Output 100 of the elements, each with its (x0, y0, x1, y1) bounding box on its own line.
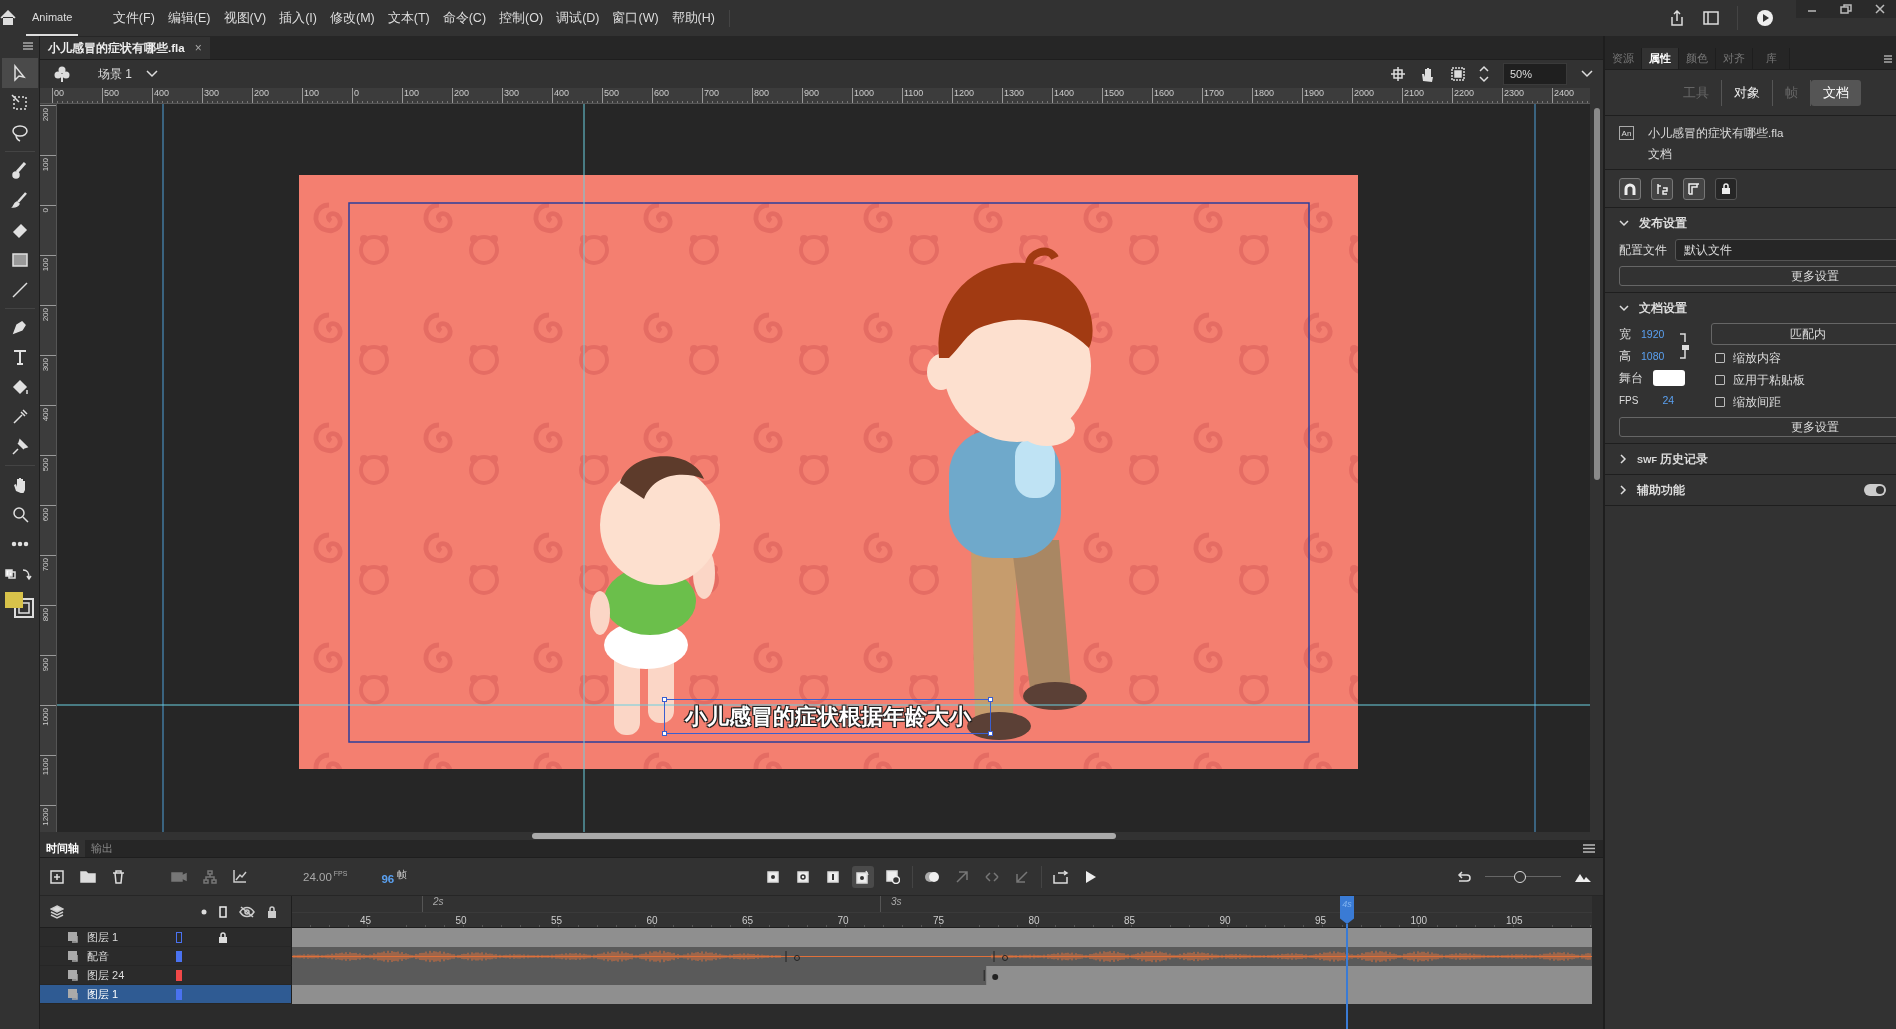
width-value[interactable]: 1920 (1641, 328, 1665, 340)
play-icon[interactable] (1085, 869, 1098, 884)
panel-tab[interactable]: 颜色 (1679, 48, 1716, 69)
up-down-arrows-icon[interactable] (1479, 65, 1489, 83)
layer-color-box[interactable] (176, 989, 182, 1000)
checkbox[interactable] (1715, 375, 1725, 385)
diamond-arrows-icon[interactable] (985, 870, 1000, 883)
chevron-down-icon[interactable] (146, 70, 158, 78)
section-title[interactable]: SWF 历史记录 (1637, 451, 1709, 467)
slider-thumb[interactable] (1513, 870, 1526, 883)
snap-button[interactable] (1619, 177, 1641, 200)
visibility-off-icon[interactable] (239, 905, 255, 918)
menu-item[interactable]: 编辑(E) (161, 9, 217, 27)
pen-tool-icon[interactable] (10, 318, 29, 336)
play-icon[interactable] (1756, 9, 1774, 27)
chevron-right-icon[interactable] (1619, 454, 1627, 464)
lock-button[interactable] (1715, 177, 1737, 200)
link-lock-icon[interactable] (1680, 333, 1691, 359)
onion-skin-icon[interactable] (924, 870, 941, 883)
menu-item[interactable]: 控制(O) (492, 9, 550, 27)
layer-color-box[interactable] (176, 932, 182, 943)
graph-icon[interactable] (233, 868, 247, 883)
camera-icon[interactable] (171, 870, 187, 883)
share-icon[interactable] (1669, 10, 1685, 26)
stage-color-swatch[interactable] (1653, 370, 1685, 386)
audio-track[interactable] (292, 947, 1592, 966)
scene-icon[interactable] (54, 66, 70, 82)
panel-tab[interactable]: 时间轴 (40, 840, 85, 857)
restore-icon[interactable] (1840, 4, 1852, 14)
rectangle-tool-icon[interactable] (10, 251, 29, 269)
menu-item[interactable]: 文件(F) (106, 9, 162, 27)
zoom-field[interactable]: 50% (1503, 63, 1567, 85)
new-layer-icon[interactable] (50, 869, 64, 884)
scene-name[interactable]: 场景 1 (98, 65, 132, 83)
swap-colors-icon[interactable] (4, 567, 35, 581)
mode-tab[interactable]: 对象 (1721, 79, 1773, 106)
eraser-icon[interactable] (10, 221, 29, 239)
insert-keyframe-icon[interactable] (767, 870, 780, 883)
layer-color-box[interactable] (176, 951, 182, 962)
mode-tab[interactable]: 文档 (1810, 79, 1861, 106)
line-tool-icon[interactable] (10, 281, 29, 299)
menu-item[interactable]: 帮助(H) (665, 9, 722, 27)
color-swatches-icon[interactable] (4, 590, 35, 618)
free-transform-icon[interactable] (10, 94, 29, 112)
folder-icon[interactable] (80, 870, 96, 883)
chevron-down-icon[interactable] (1619, 219, 1629, 227)
chevron-down-icon[interactable] (1581, 70, 1593, 78)
frame-track[interactable] (292, 928, 1592, 947)
menu-item[interactable]: 窗口(W) (606, 9, 666, 27)
fps-value[interactable]: 24 (1662, 394, 1675, 406)
frame-track[interactable] (292, 966, 1592, 985)
zoom-slider[interactable] (1485, 869, 1561, 884)
lock-icon[interactable] (218, 932, 228, 943)
outline-mode-icon[interactable] (219, 905, 227, 918)
brush-icon[interactable] (10, 191, 29, 209)
section-title[interactable]: 文档设置 (1639, 300, 1687, 316)
layer-color-box[interactable] (176, 970, 182, 981)
panel-tab[interactable]: 库 (1753, 48, 1790, 69)
close-icon[interactable] (1874, 4, 1885, 14)
more-settings-button[interactable]: 更多设置 (1619, 417, 1896, 437)
document-tab[interactable]: 小儿感冒的症状有哪些.fla × (40, 37, 210, 59)
ruler-button[interactable] (1683, 177, 1705, 200)
scrollbar-thumb[interactable] (1593, 108, 1600, 480)
lock-icon[interactable] (267, 905, 277, 918)
menu-item[interactable]: 修改(M) (323, 9, 382, 27)
layers-icon[interactable] (50, 904, 64, 919)
profile-dropdown[interactable]: 默认文件 (1675, 239, 1896, 261)
show-only-active-icon[interactable] (201, 908, 207, 915)
clip-stage-icon[interactable] (1451, 67, 1465, 81)
insert-blank-keyframe-icon[interactable] (797, 870, 810, 883)
step-forward-icon[interactable] (1015, 869, 1030, 884)
toggle-switch[interactable] (1864, 484, 1886, 496)
lasso-icon[interactable] (10, 124, 29, 142)
trash-icon[interactable] (112, 869, 125, 884)
insert-frame-icon[interactable] (827, 870, 840, 883)
auto-keyframe-icon[interactable] (856, 869, 871, 884)
panel-menu-icon[interactable] (23, 42, 33, 50)
scrollbar-thumb[interactable] (532, 833, 1116, 839)
more-settings-button[interactable]: 更多设置 (1619, 266, 1896, 286)
step-back-icon[interactable] (955, 869, 970, 884)
center-stage-icon[interactable] (1391, 67, 1405, 81)
paint-bucket-icon[interactable] (10, 378, 29, 396)
panel-layout-icon[interactable] (1703, 11, 1719, 25)
panel-menu-icon[interactable] (1583, 843, 1595, 853)
panel-menu-icon[interactable] (1884, 54, 1892, 63)
menu-item[interactable]: 视图(V) (217, 9, 273, 27)
align-button[interactable] (1651, 177, 1673, 200)
menu-item[interactable]: 插入(I) (272, 9, 324, 27)
chevron-right-icon[interactable] (1619, 485, 1627, 495)
paint-brush-icon[interactable] (10, 161, 29, 179)
layer-row[interactable]: 图层 1 (40, 985, 292, 1004)
loop-icon[interactable] (1053, 869, 1070, 884)
height-value[interactable]: 1080 (1641, 350, 1665, 362)
layer-row[interactable]: 图层 1 (40, 928, 292, 947)
checkbox[interactable] (1715, 397, 1725, 407)
menu-item[interactable]: 文本(T) (381, 9, 437, 27)
match-contents-button[interactable]: 匹配内 (1711, 323, 1896, 345)
layer-parenting-icon[interactable] (203, 869, 217, 884)
section-title[interactable]: 发布设置 (1639, 215, 1687, 231)
current-frame-readout[interactable]: 96 $^{帧}$ (381, 868, 408, 885)
